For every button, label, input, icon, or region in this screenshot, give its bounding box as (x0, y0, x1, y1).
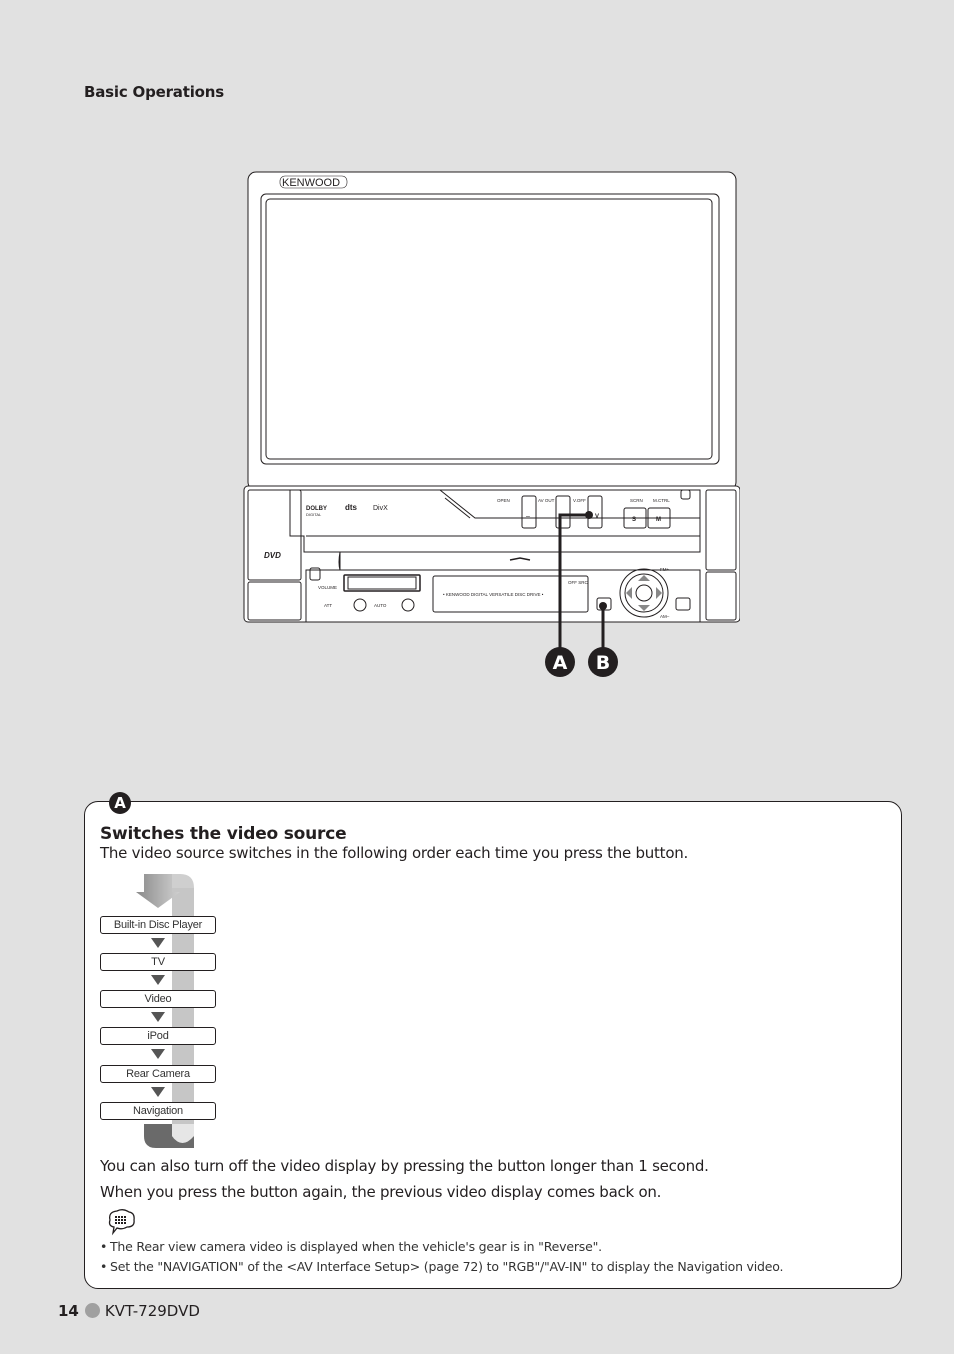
down-arrow-icon (151, 938, 165, 948)
device-illustration: KENWOOD DOLBY DIGITAL dts DivX DVD OPEN … (243, 171, 740, 677)
section-a-box: A Switches the video source The video so… (84, 792, 902, 1289)
section-a-lead: The video source switches in the followi… (100, 844, 689, 862)
svg-text:OPEN: OPEN (497, 498, 510, 503)
circle-icon (84, 1303, 100, 1318)
note-text: The Rear view camera video is displayed … (110, 1239, 602, 1254)
down-arrow-icon (151, 1087, 165, 1097)
note-text: Set the "NAVIGATION" of the <AV Interfac… (110, 1259, 784, 1274)
model-name: KVT-729DVD (104, 1302, 200, 1320)
svg-text:VOLUME: VOLUME (318, 585, 337, 590)
section-a-title: Switches the video source (100, 824, 347, 844)
svg-text:M.CTRL: M.CTRL (653, 498, 670, 503)
callout-b: B (588, 647, 618, 677)
flow-item-ipod: iPod (100, 1027, 216, 1045)
paragraph-press-again: When you press the button again, the pre… (100, 1183, 662, 1201)
svg-text:A: A (553, 652, 568, 674)
callout-a: A (545, 647, 575, 677)
svg-text:AUTO: AUTO (374, 603, 387, 608)
note-item: • The Rear view camera video is displayed… (100, 1239, 602, 1254)
section-a-badge: A (109, 792, 131, 814)
svg-text:AM–: AM– (660, 614, 670, 619)
bullet: • (100, 1259, 108, 1274)
flow-item-navigation: Navigation (100, 1102, 216, 1120)
down-arrow-icon (151, 1012, 165, 1022)
svg-text:S: S (632, 517, 636, 523)
note-icon (108, 1209, 135, 1236)
note-item: • Set the "NAVIGATION" of the <AV Interfa… (100, 1259, 783, 1274)
svg-text:DivX: DivX (373, 505, 388, 512)
video-source-flow: Built-in Disc Player TV Video iPod Rear … (100, 874, 220, 1150)
page-footer: 14 KVT-729DVD (58, 1302, 200, 1320)
svg-text:dts: dts (345, 503, 358, 512)
svg-text:–: – (526, 513, 530, 520)
brand-logo: KENWOOD (282, 177, 340, 189)
svg-text:AV OUT: AV OUT (538, 498, 555, 503)
svg-text:DIGITAL: DIGITAL (306, 512, 322, 517)
page-number: 14 (58, 1302, 79, 1320)
flow-item-built-in-disc-player: Built-in Disc Player (100, 916, 216, 934)
monitor-outer (247, 171, 737, 491)
paragraph-turn-off: You can also turn off the video display … (100, 1157, 709, 1175)
svg-text:V.OFF: V.OFF (573, 498, 586, 503)
flow-item-rear-camera: Rear Camera (100, 1065, 216, 1083)
section-title: Basic Operations (84, 83, 224, 101)
bullet: • (100, 1239, 108, 1254)
svg-text:M: M (656, 517, 661, 523)
svg-text:OFF SRC: OFF SRC (568, 580, 588, 585)
flow-item-tv: TV (100, 953, 216, 971)
svg-text:V: V (595, 514, 599, 520)
svg-text:DVD: DVD (264, 551, 281, 560)
down-arrow-icon (151, 1049, 165, 1059)
flow-item-video: Video (100, 990, 216, 1008)
down-arrow-icon (151, 975, 165, 985)
svg-text:• KENWOOD DIGITAL VERSATILE DI: • KENWOOD DIGITAL VERSATILE DISC DRIVE • (443, 592, 544, 597)
svg-text:ATT: ATT (324, 603, 332, 608)
svg-text:B: B (596, 652, 610, 674)
svg-text:FM+: FM+ (660, 567, 669, 572)
svg-text:SCRN: SCRN (630, 498, 643, 503)
